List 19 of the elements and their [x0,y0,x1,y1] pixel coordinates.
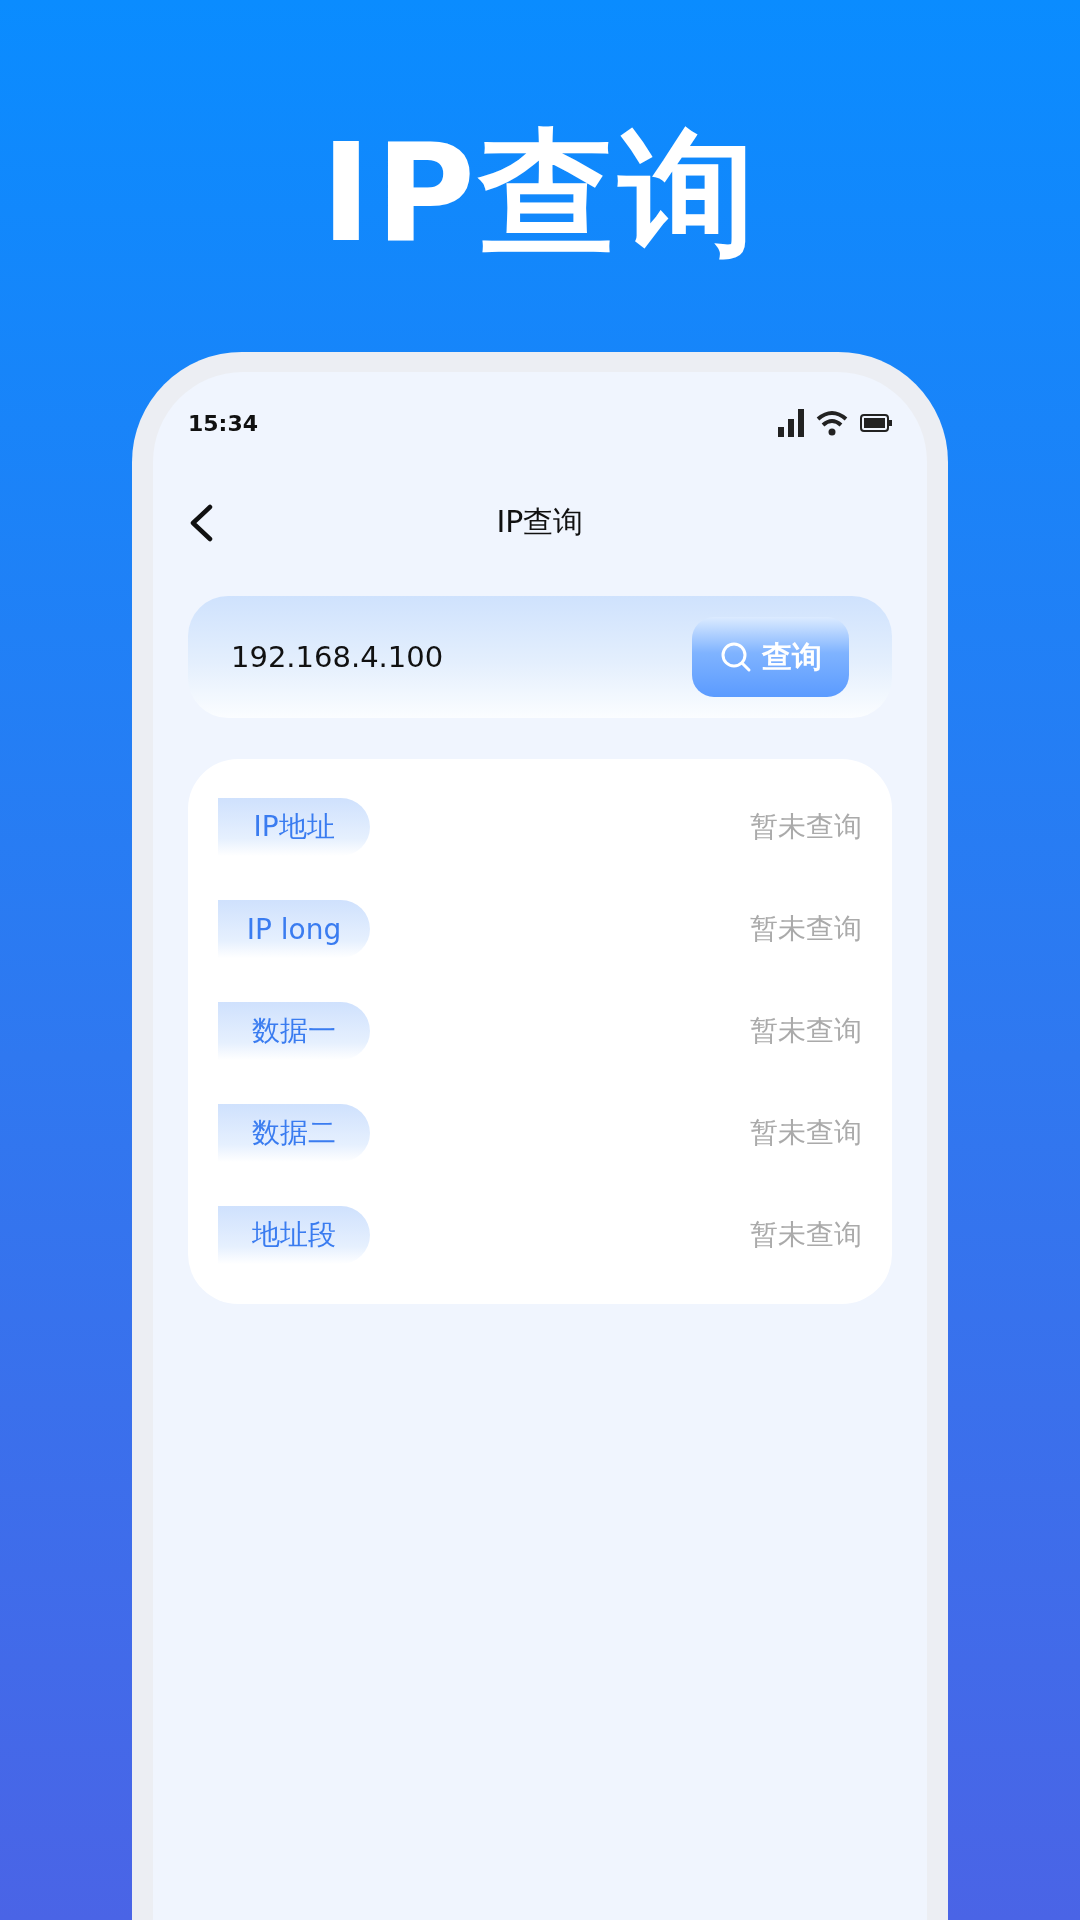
field-value: 暂未查询 [750,809,862,845]
field-label: 数据一 [218,1002,370,1060]
ip-input-field[interactable]: 192.168.4.100 查询 [188,596,892,718]
field-label: 地址段 [218,1206,370,1264]
field-label: IP地址 [218,798,370,856]
page-title: IP查询 [496,502,584,541]
field-value: 暂未查询 [750,1013,862,1049]
field-label: 数据二 [218,1104,370,1162]
headline: IP查询 [320,118,760,268]
back-icon[interactable] [188,504,214,542]
battery-icon [860,414,892,432]
field-value: 暂未查询 [750,911,862,947]
field-value: 暂未查询 [750,1217,862,1253]
status-time: 15:34 [188,410,259,436]
field-label: IP long [218,900,370,958]
wifi-icon [816,410,848,436]
field-value: 暂未查询 [750,1115,862,1151]
search-icon [719,641,752,673]
signal-icon [778,409,804,437]
